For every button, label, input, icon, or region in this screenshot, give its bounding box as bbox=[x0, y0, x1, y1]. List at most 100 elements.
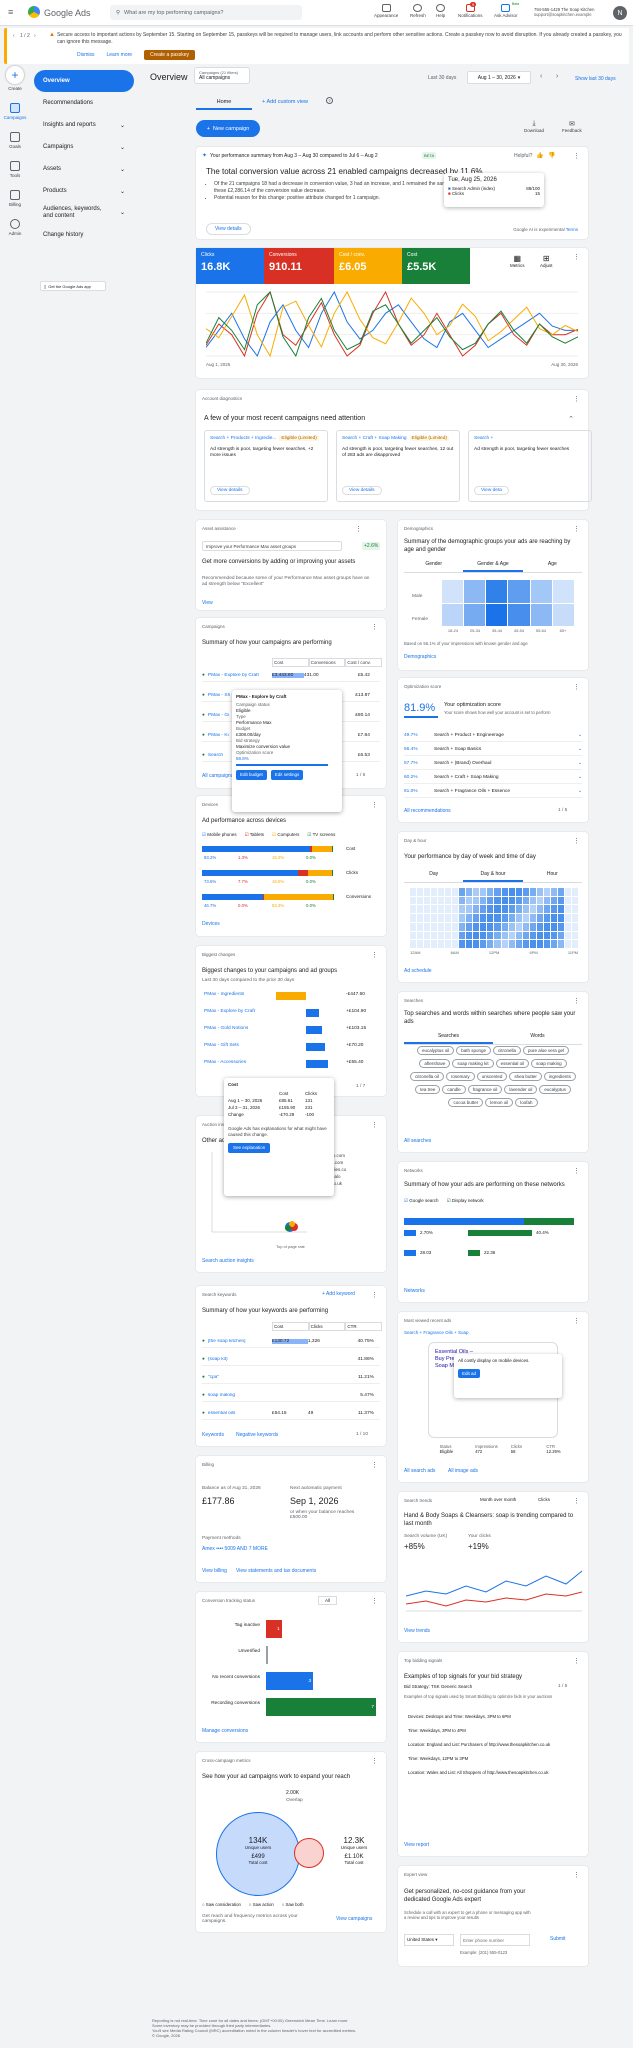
opt-row[interactable]: 49.7% Search + Product + Engineerage ⌄ bbox=[404, 730, 582, 742]
thumbs-down-icon[interactable]: 👎 bbox=[548, 152, 555, 159]
tracking-bar[interactable]: 7 bbox=[266, 1698, 376, 1716]
appearance-button[interactable]: Appearance bbox=[374, 4, 398, 18]
search-chip[interactable]: ingredients bbox=[543, 1072, 576, 1081]
phone-input[interactable] bbox=[460, 1934, 530, 1946]
view-link[interactable]: View bbox=[202, 600, 213, 606]
more-icon[interactable]: ⋮ bbox=[573, 1497, 580, 1505]
more-icon[interactable]: ⋮ bbox=[573, 1657, 580, 1665]
opt-row[interactable]: 61.0% Search + Fragrance Oils + Essence ⌄ bbox=[404, 786, 582, 798]
edit-budget-button[interactable]: Edit budget bbox=[236, 770, 267, 780]
change-name[interactable]: PMax - Explore by Craft bbox=[204, 1009, 255, 1014]
change-name[interactable]: PMax - Gold Notions bbox=[204, 1026, 248, 1031]
rail-admin[interactable]: Admin bbox=[0, 219, 30, 236]
search-chip[interactable]: soap making kit bbox=[452, 1059, 494, 1068]
more-icon[interactable]: ⋮ bbox=[573, 253, 580, 261]
more-icon[interactable]: ⋮ bbox=[573, 525, 580, 533]
search-chip[interactable]: citronella oil bbox=[410, 1072, 444, 1081]
more-icon[interactable]: ⋮ bbox=[371, 1597, 378, 1605]
device-metric[interactable]: Cost bbox=[346, 846, 355, 851]
prev-period-icon[interactable]: ‹ bbox=[540, 73, 542, 80]
banner-prev-icon[interactable]: ‹ bbox=[13, 33, 15, 39]
change-name[interactable]: PMax - Accessories bbox=[204, 1060, 246, 1065]
legend-item[interactable]: ☑ TV screens bbox=[307, 832, 335, 838]
rail-tools[interactable]: Tools bbox=[0, 161, 30, 178]
help-button[interactable]: Help bbox=[436, 4, 445, 18]
opt-row[interactable]: 56.4% Search + Soap Basics ⌄ bbox=[404, 744, 582, 756]
view-trends-link[interactable]: View trends bbox=[404, 1628, 430, 1634]
col-cost[interactable]: Cost bbox=[272, 658, 309, 667]
col-clicks[interactable]: Clicks bbox=[308, 1322, 346, 1331]
feedback-button[interactable]: ✉ Feedback bbox=[562, 120, 582, 133]
table-row[interactable]: ● essential oils £54.15 49 11.37% bbox=[202, 1408, 380, 1420]
devices-link[interactable]: Devices bbox=[202, 921, 220, 927]
col-cost-conv[interactable]: Cost / conv. bbox=[345, 658, 383, 667]
trend-filter-1[interactable]: Month over month bbox=[480, 1497, 516, 1502]
tracking-filter[interactable]: All bbox=[318, 1596, 338, 1605]
edit-settings-button[interactable]: Edit settings bbox=[270, 770, 304, 780]
date-range-picker[interactable]: Aug 1 – 30, 2026 ▾ bbox=[467, 71, 531, 84]
legend-item[interactable]: ☑ Computers bbox=[272, 832, 299, 838]
search-box[interactable]: ⚲ What are my top performing campaigns? bbox=[110, 5, 302, 20]
search-chip[interactable]: fragrance oil bbox=[467, 1085, 503, 1094]
table-row[interactable]: ● "cpa" 11.21% bbox=[202, 1372, 380, 1384]
tracking-bar[interactable]: 1 bbox=[266, 1620, 282, 1638]
all-recommendations-link[interactable]: All recommendations bbox=[404, 808, 451, 814]
nav-audiences[interactable]: Audiences, keywords, and content ⌄ bbox=[34, 202, 134, 224]
search-chip[interactable]: eucalyptus bbox=[539, 1085, 571, 1094]
next-period-icon[interactable]: › bbox=[556, 73, 558, 80]
thumbs-up-icon[interactable]: 👍 bbox=[536, 152, 543, 159]
download-button[interactable]: ⤓ Download bbox=[524, 120, 544, 133]
tab-gender-age[interactable]: Gender & Age bbox=[463, 558, 523, 572]
demographics-link[interactable]: Demographics bbox=[404, 654, 436, 660]
ad-schedule-link[interactable]: Ad schedule bbox=[404, 968, 432, 974]
country-select[interactable]: United States ▾ bbox=[404, 1934, 454, 1946]
more-icon[interactable]: ⋮ bbox=[573, 152, 580, 160]
view-details-button[interactable]: View details bbox=[342, 486, 382, 495]
search-chip[interactable]: soap making bbox=[531, 1059, 567, 1068]
change-name[interactable]: PMax - Ingredients bbox=[204, 992, 244, 997]
tracking-bar[interactable]: 0 bbox=[263, 1646, 268, 1664]
more-icon[interactable]: ⋮ bbox=[371, 1121, 378, 1129]
more-icon[interactable]: ⋮ bbox=[573, 683, 580, 691]
search-chip[interactable]: shea butter bbox=[509, 1072, 542, 1081]
legend-item[interactable]: ☑ Tablets bbox=[245, 832, 264, 838]
view-report-link[interactable]: View report bbox=[404, 1842, 429, 1848]
nav-products[interactable]: Products ⌄ bbox=[34, 180, 134, 202]
edit-ad-button[interactable]: Edit ad bbox=[458, 1369, 481, 1378]
tab-age[interactable]: Age bbox=[523, 558, 582, 572]
networks-link[interactable]: Networks bbox=[404, 1288, 425, 1294]
all-searches-link[interactable]: All searches bbox=[404, 1138, 431, 1144]
submit-button[interactable]: Submit bbox=[550, 1936, 566, 1942]
back-icon[interactable]: ≡ bbox=[8, 7, 13, 17]
search-chip[interactable]: tea tree bbox=[415, 1085, 441, 1094]
adjust-button[interactable]: ⊞ Adjust bbox=[540, 254, 553, 268]
statements-link[interactable]: View statements and tax documents bbox=[236, 1568, 316, 1574]
device-metric[interactable]: Conversions bbox=[346, 894, 371, 899]
more-icon[interactable]: ⋮ bbox=[573, 1167, 580, 1175]
rec-name[interactable]: Search + Craft + Soap Making bbox=[342, 436, 407, 441]
change-name[interactable]: PMax - Gift Sets bbox=[204, 1043, 239, 1048]
more-icon[interactable]: ⋮ bbox=[371, 801, 378, 809]
account-info[interactable]: 794-555-1429 The Soap Kitchen support@so… bbox=[534, 7, 614, 17]
col-cost[interactable]: Cost bbox=[272, 1322, 309, 1331]
search-chip[interactable]: candle bbox=[442, 1085, 466, 1094]
rail-billing[interactable]: Billing bbox=[0, 190, 30, 207]
more-icon[interactable]: ⋮ bbox=[371, 1291, 378, 1299]
search-chip[interactable]: eucalyptus oil bbox=[416, 1046, 455, 1055]
tab-home[interactable]: Home bbox=[196, 96, 252, 110]
help-icon[interactable]: ? bbox=[326, 97, 333, 104]
nav-campaigns[interactable]: Campaigns ⌄ bbox=[34, 136, 134, 158]
nav-recommendations[interactable]: Recommendations bbox=[34, 92, 134, 114]
more-icon[interactable]: ⋮ bbox=[371, 623, 378, 631]
legend-both[interactable]: ○ Saw both bbox=[282, 1902, 304, 1907]
more-icon[interactable]: ⋮ bbox=[371, 951, 378, 959]
dismiss-button[interactable]: Dismiss bbox=[77, 52, 95, 58]
google-ads-logo[interactable] bbox=[28, 6, 40, 18]
ad-crumb[interactable]: Search + Fragrance Oils + Soap bbox=[404, 1330, 469, 1335]
learn-more-link[interactable]: Learn more bbox=[107, 52, 133, 58]
view-details-button[interactable]: View details bbox=[206, 223, 251, 235]
col-conversions[interactable]: Conversions bbox=[308, 658, 346, 667]
all-search-ads-link[interactable]: All search ads bbox=[404, 1468, 435, 1474]
payment-method[interactable]: Amex •••• 5009 AND 7 MORE bbox=[202, 1546, 268, 1552]
ask-advisor-button[interactable]: Ask Advisor bbox=[494, 4, 518, 18]
